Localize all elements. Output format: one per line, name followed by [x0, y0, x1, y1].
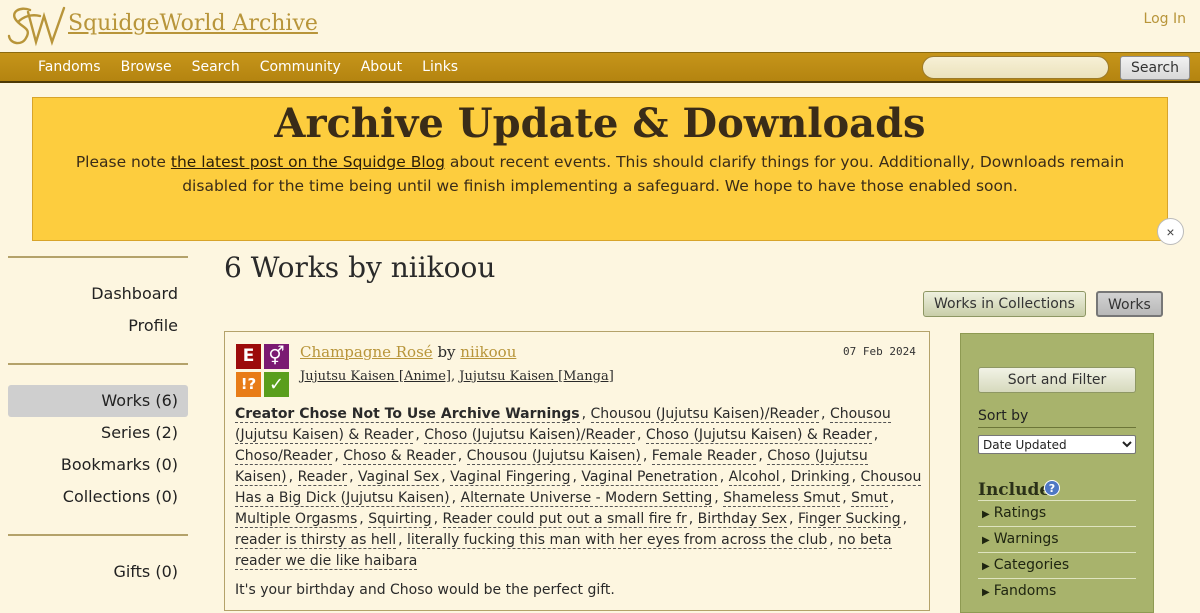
include-label: Categories [993, 557, 1070, 573]
sidebar-item-collections[interactable]: Collections (0) [8, 481, 188, 513]
primary-nav: Fandoms Browse Search Community About Li… [0, 52, 1200, 83]
freeform-tag[interactable]: Chousou (Jujutsu Kaisen) [466, 448, 641, 465]
freeform-tag[interactable]: Drinking [790, 469, 850, 486]
sort-by-label: Sort by [978, 408, 1029, 424]
sidebar-divider [8, 363, 188, 365]
freeform-tag[interactable]: Choso (Jujutsu Kaisen) & Reader [645, 427, 872, 444]
freeform-tag[interactable]: Vaginal Penetration [581, 469, 718, 486]
work-heading: Champagne Rosé by niikoou [300, 343, 516, 361]
freeform-tag[interactable]: Alternate Universe - Modern Setting [460, 490, 713, 507]
squidgeworld-logo-icon[interactable] [6, 4, 68, 48]
blog-post-link[interactable]: the latest post on the Squidge Blog [171, 153, 445, 171]
sidebar-item-gifts[interactable]: Gifts (0) [8, 556, 188, 588]
warning-tag[interactable]: Creator Chose Not To Use Archive Warning… [235, 406, 580, 423]
page-title: 6 Works by niikoou [224, 251, 496, 284]
include-label: Fandoms [993, 583, 1057, 599]
freeform-tag[interactable]: Choso/Reader [235, 448, 333, 465]
sidebar-divider [8, 534, 188, 536]
site-title-link[interactable]: SquidgeWorld Archive [68, 11, 318, 36]
nav-menu: Fandoms Browse Search Community About Li… [28, 53, 468, 82]
tab-works-in-collections[interactable]: Works in Collections [923, 291, 1086, 317]
rating-explicit-icon[interactable]: E [236, 344, 261, 369]
work-fandoms: Jujutsu Kaisen [Anime], Jujutsu Kaisen [… [300, 369, 614, 384]
include-divider [978, 552, 1136, 553]
work-summary: It's your birthday and Choso would be th… [235, 582, 615, 598]
work-title-link[interactable]: Champagne Rosé [300, 343, 433, 361]
freeform-tag[interactable]: Finger Sucking [797, 511, 901, 528]
warning-choose-not-icon[interactable]: !? [236, 372, 261, 397]
freeform-tag[interactable]: Reader could put out a small fire fr [442, 511, 687, 528]
announcement-text: Please note the latest post on the Squid… [48, 150, 1152, 198]
category-multi-icon[interactable]: ⚥ [264, 344, 289, 369]
include-heading: Include [978, 480, 1051, 500]
freeform-tag[interactable]: Choso & Reader [343, 448, 456, 465]
sort-by-select[interactable]: Date Updated [978, 435, 1136, 454]
freeform-tag[interactable]: Vaginal Sex [358, 469, 440, 486]
include-divider [978, 500, 1136, 501]
sidebar-item-bookmarks[interactable]: Bookmarks (0) [8, 449, 188, 481]
freeform-tag[interactable]: Shameless Smut [723, 490, 841, 507]
announcement-title: Archive Update & Downloads [274, 100, 926, 147]
triangle-right-icon: ▶ [982, 509, 990, 520]
work-author-link[interactable]: niikoou [460, 343, 516, 361]
announcement-text-before: Please note [75, 153, 171, 171]
freeform-tag[interactable]: Female Reader [651, 448, 757, 465]
include-warnings[interactable]: ▶ Warnings [982, 531, 1059, 547]
freeform-tag[interactable]: Birthday Sex [697, 511, 788, 528]
include-categories[interactable]: ▶ Categories [982, 557, 1069, 573]
include-divider [978, 578, 1136, 579]
search-input[interactable] [922, 56, 1109, 79]
freeform-tag[interactable]: Multiple Orgasms [235, 511, 358, 528]
close-icon[interactable]: × [1157, 218, 1184, 245]
nav-browse[interactable]: Browse [111, 53, 182, 82]
freeform-tag[interactable]: Alcohol [728, 469, 780, 486]
fandom-link[interactable]: Jujutsu Kaisen [Anime] [300, 369, 451, 384]
freeform-tag[interactable]: Chousou (Jujutsu Kaisen)/Reader [590, 406, 820, 423]
freeform-tag[interactable]: literally fucking this man with her eyes… [407, 532, 828, 549]
triangle-right-icon: ▶ [982, 587, 990, 598]
search-button[interactable]: Search [1120, 56, 1190, 80]
sidebar-item-series[interactable]: Series (2) [8, 417, 188, 449]
sidebar-item-profile[interactable]: Profile [8, 310, 188, 342]
include-divider [978, 526, 1136, 527]
fandom-link[interactable]: Jujutsu Kaisen [Manga] [459, 369, 614, 384]
include-label: Warnings [993, 531, 1059, 547]
sidebar-item-dashboard[interactable]: Dashboard [8, 278, 188, 310]
freeform-tag[interactable]: Reader [297, 469, 348, 486]
triangle-right-icon: ▶ [982, 561, 990, 572]
complete-icon[interactable]: ✓ [264, 372, 289, 397]
include-label: Ratings [993, 505, 1047, 521]
work-tags: Creator Chose Not To Use Archive Warning… [235, 406, 922, 570]
nav-fandoms[interactable]: Fandoms [28, 53, 111, 82]
help-icon[interactable]: ? [1044, 480, 1060, 496]
sort-and-filter-button[interactable]: Sort and Filter [978, 367, 1136, 393]
login-link[interactable]: Log In [1144, 11, 1186, 27]
freeform-tag[interactable]: Vaginal Fingering [450, 469, 571, 486]
include-fandoms[interactable]: ▶ Fandoms [982, 583, 1056, 599]
nav-search[interactable]: Search [182, 53, 250, 82]
tab-works[interactable]: Works [1096, 291, 1163, 317]
sidebar-divider [8, 256, 188, 258]
nav-links[interactable]: Links [412, 53, 468, 82]
sidebar-item-works[interactable]: Works (6) [8, 385, 188, 417]
nav-about[interactable]: About [351, 53, 412, 82]
site-header: SquidgeWorld Archive Log In [0, 0, 1200, 52]
work-date: 07 Feb 2024 [843, 345, 916, 358]
include-ratings[interactable]: ▶ Ratings [982, 505, 1046, 521]
freeform-tag[interactable]: reader is thirsty as hell [235, 532, 397, 549]
nav-community[interactable]: Community [250, 53, 351, 82]
by-label: by [437, 343, 456, 361]
triangle-right-icon: ▶ [982, 535, 990, 546]
sort-divider [978, 427, 1136, 428]
freeform-tag[interactable]: Smut [851, 490, 888, 507]
freeform-tag[interactable]: Squirting [368, 511, 432, 528]
freeform-tag[interactable]: Choso (Jujutsu Kaisen)/Reader [424, 427, 636, 444]
